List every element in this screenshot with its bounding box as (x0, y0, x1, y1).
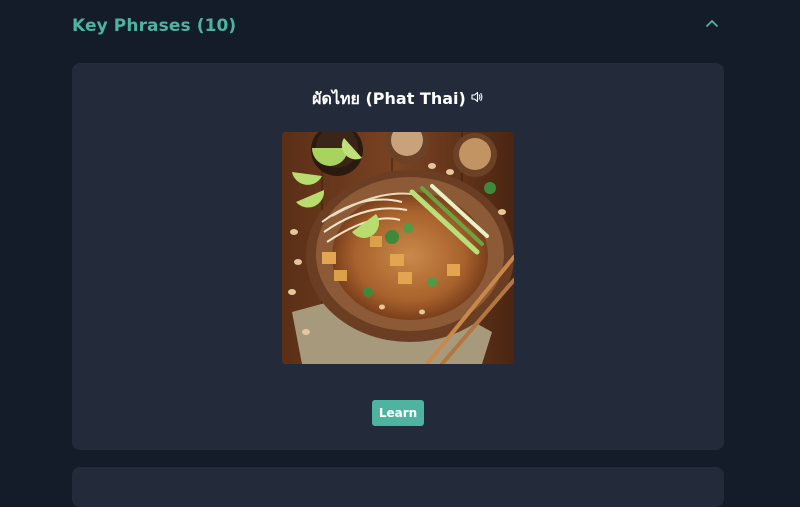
chevron-up-icon[interactable] (700, 12, 724, 36)
phrase-card: ผัดไทย (Phat Thai) Learn (72, 63, 724, 450)
speaker-icon[interactable] (470, 89, 484, 108)
phrase-text: ผัดไทย (Phat Thai) (312, 89, 466, 108)
key-phrases-header: Key Phrases (10) (72, 12, 724, 42)
phrase-title: ผัดไทย (Phat Thai) (72, 87, 724, 112)
learn-button[interactable]: Learn (372, 400, 424, 426)
section-title: Key Phrases (10) (72, 16, 237, 36)
next-phrase-card (72, 467, 724, 507)
pad-thai-image (282, 132, 514, 364)
